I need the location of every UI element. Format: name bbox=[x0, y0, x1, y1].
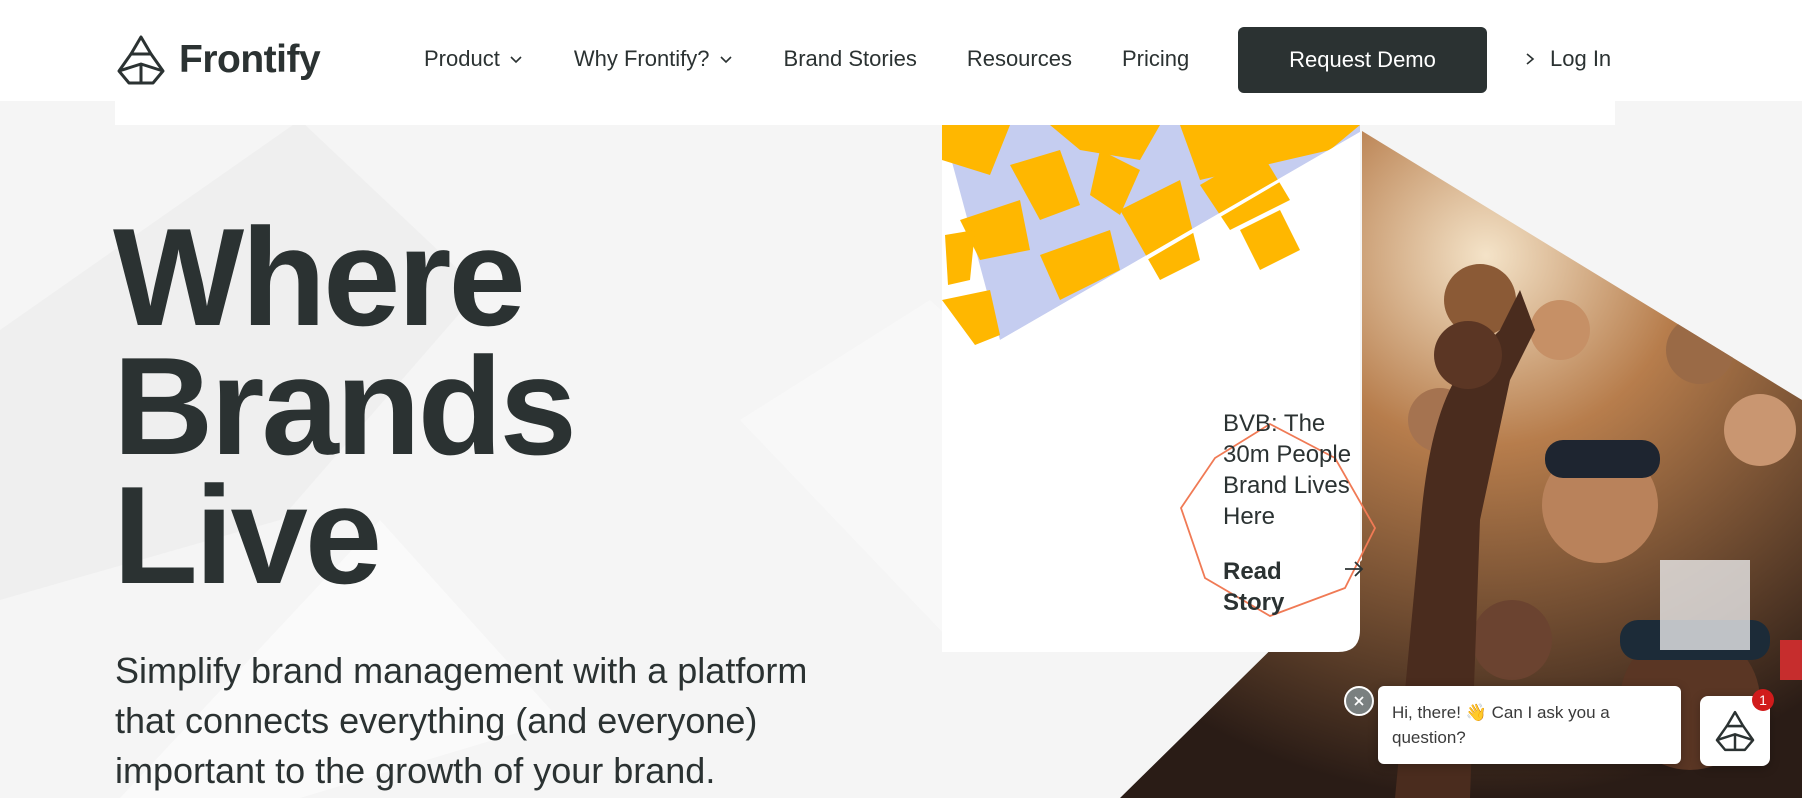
hero-subtitle-line: important to the growth of your brand. bbox=[115, 750, 716, 791]
hero-title: Where Brands Live bbox=[113, 200, 577, 613]
read-story-link[interactable]: Read Story bbox=[1223, 556, 1365, 618]
hero-title-line: Brands bbox=[113, 329, 577, 484]
header-underbar bbox=[115, 101, 1615, 125]
story-title-line: 30m People bbox=[1223, 441, 1352, 468]
hero-subtitle-line: Simplify brand management with a platfor… bbox=[115, 650, 808, 691]
frontify-logo-icon bbox=[117, 35, 165, 85]
story-title-line: BVB: The bbox=[1223, 410, 1326, 437]
arrow-right-icon bbox=[1345, 561, 1364, 577]
main-nav: Product Why Frontify? Brand Stories Reso… bbox=[424, 46, 1189, 72]
close-icon bbox=[1354, 696, 1364, 706]
nav-item-label: Resources bbox=[966, 46, 1072, 71]
chat-message-bubble[interactable]: Hi, there! 👋 Can I ask you a question? bbox=[1378, 686, 1681, 764]
chevron-down-icon bbox=[719, 56, 732, 64]
story-title-line: Here bbox=[1223, 503, 1276, 530]
brand-logo[interactable]: Frontify bbox=[113, 34, 321, 86]
login-label: Log In bbox=[1550, 46, 1612, 71]
request-demo-button[interactable]: Request Demo bbox=[1238, 27, 1487, 93]
brand-name: Frontify bbox=[179, 38, 321, 81]
read-story-line: Story bbox=[1223, 589, 1285, 616]
frontify-logo-icon bbox=[1715, 710, 1755, 752]
chat-close-button[interactable] bbox=[1344, 686, 1374, 716]
story-title-line: Brand Lives bbox=[1223, 472, 1350, 499]
story-teaser: BVB: The 30m People Brand Lives Here Rea… bbox=[1223, 408, 1365, 618]
chevron-down-icon bbox=[510, 56, 522, 64]
nav-item-label: Pricing bbox=[1121, 46, 1190, 71]
chat-message-line: question? bbox=[1392, 728, 1466, 747]
nav-item-product[interactable]: Product bbox=[424, 46, 524, 72]
hero-subtitle: Simplify brand management with a platfor… bbox=[115, 646, 915, 796]
hero-subtitle-line: that connects everything (and everyone) bbox=[115, 700, 758, 741]
nav-item-resources[interactable]: Resources bbox=[967, 46, 1072, 72]
nav-item-label: Product bbox=[424, 46, 500, 71]
nav-item-why-frontify[interactable]: Why Frontify? bbox=[574, 46, 734, 72]
nav-item-label: Why Frontify? bbox=[573, 46, 710, 71]
notification-badge: 1 bbox=[1752, 689, 1774, 711]
chevron-right-icon bbox=[1526, 53, 1535, 65]
chat-message-line: Hi, there! 👋 Can I ask you a bbox=[1392, 703, 1610, 722]
nav-item-label: Brand Stories bbox=[783, 46, 917, 71]
story-title: BVB: The 30m People Brand Lives Here bbox=[1223, 408, 1363, 532]
hero-title-line: Live bbox=[113, 458, 382, 613]
nav-item-pricing[interactable]: Pricing bbox=[1122, 46, 1189, 72]
hero-title-line: Where bbox=[113, 200, 526, 355]
read-story-label: Read Story bbox=[1223, 556, 1303, 618]
site-header: Frontify Product Why Frontify? Brand Sto… bbox=[0, 0, 1802, 101]
login-link[interactable]: Log In bbox=[1524, 46, 1611, 72]
read-story-line: Read bbox=[1223, 558, 1282, 585]
nav-item-brand-stories[interactable]: Brand Stories bbox=[784, 46, 917, 72]
